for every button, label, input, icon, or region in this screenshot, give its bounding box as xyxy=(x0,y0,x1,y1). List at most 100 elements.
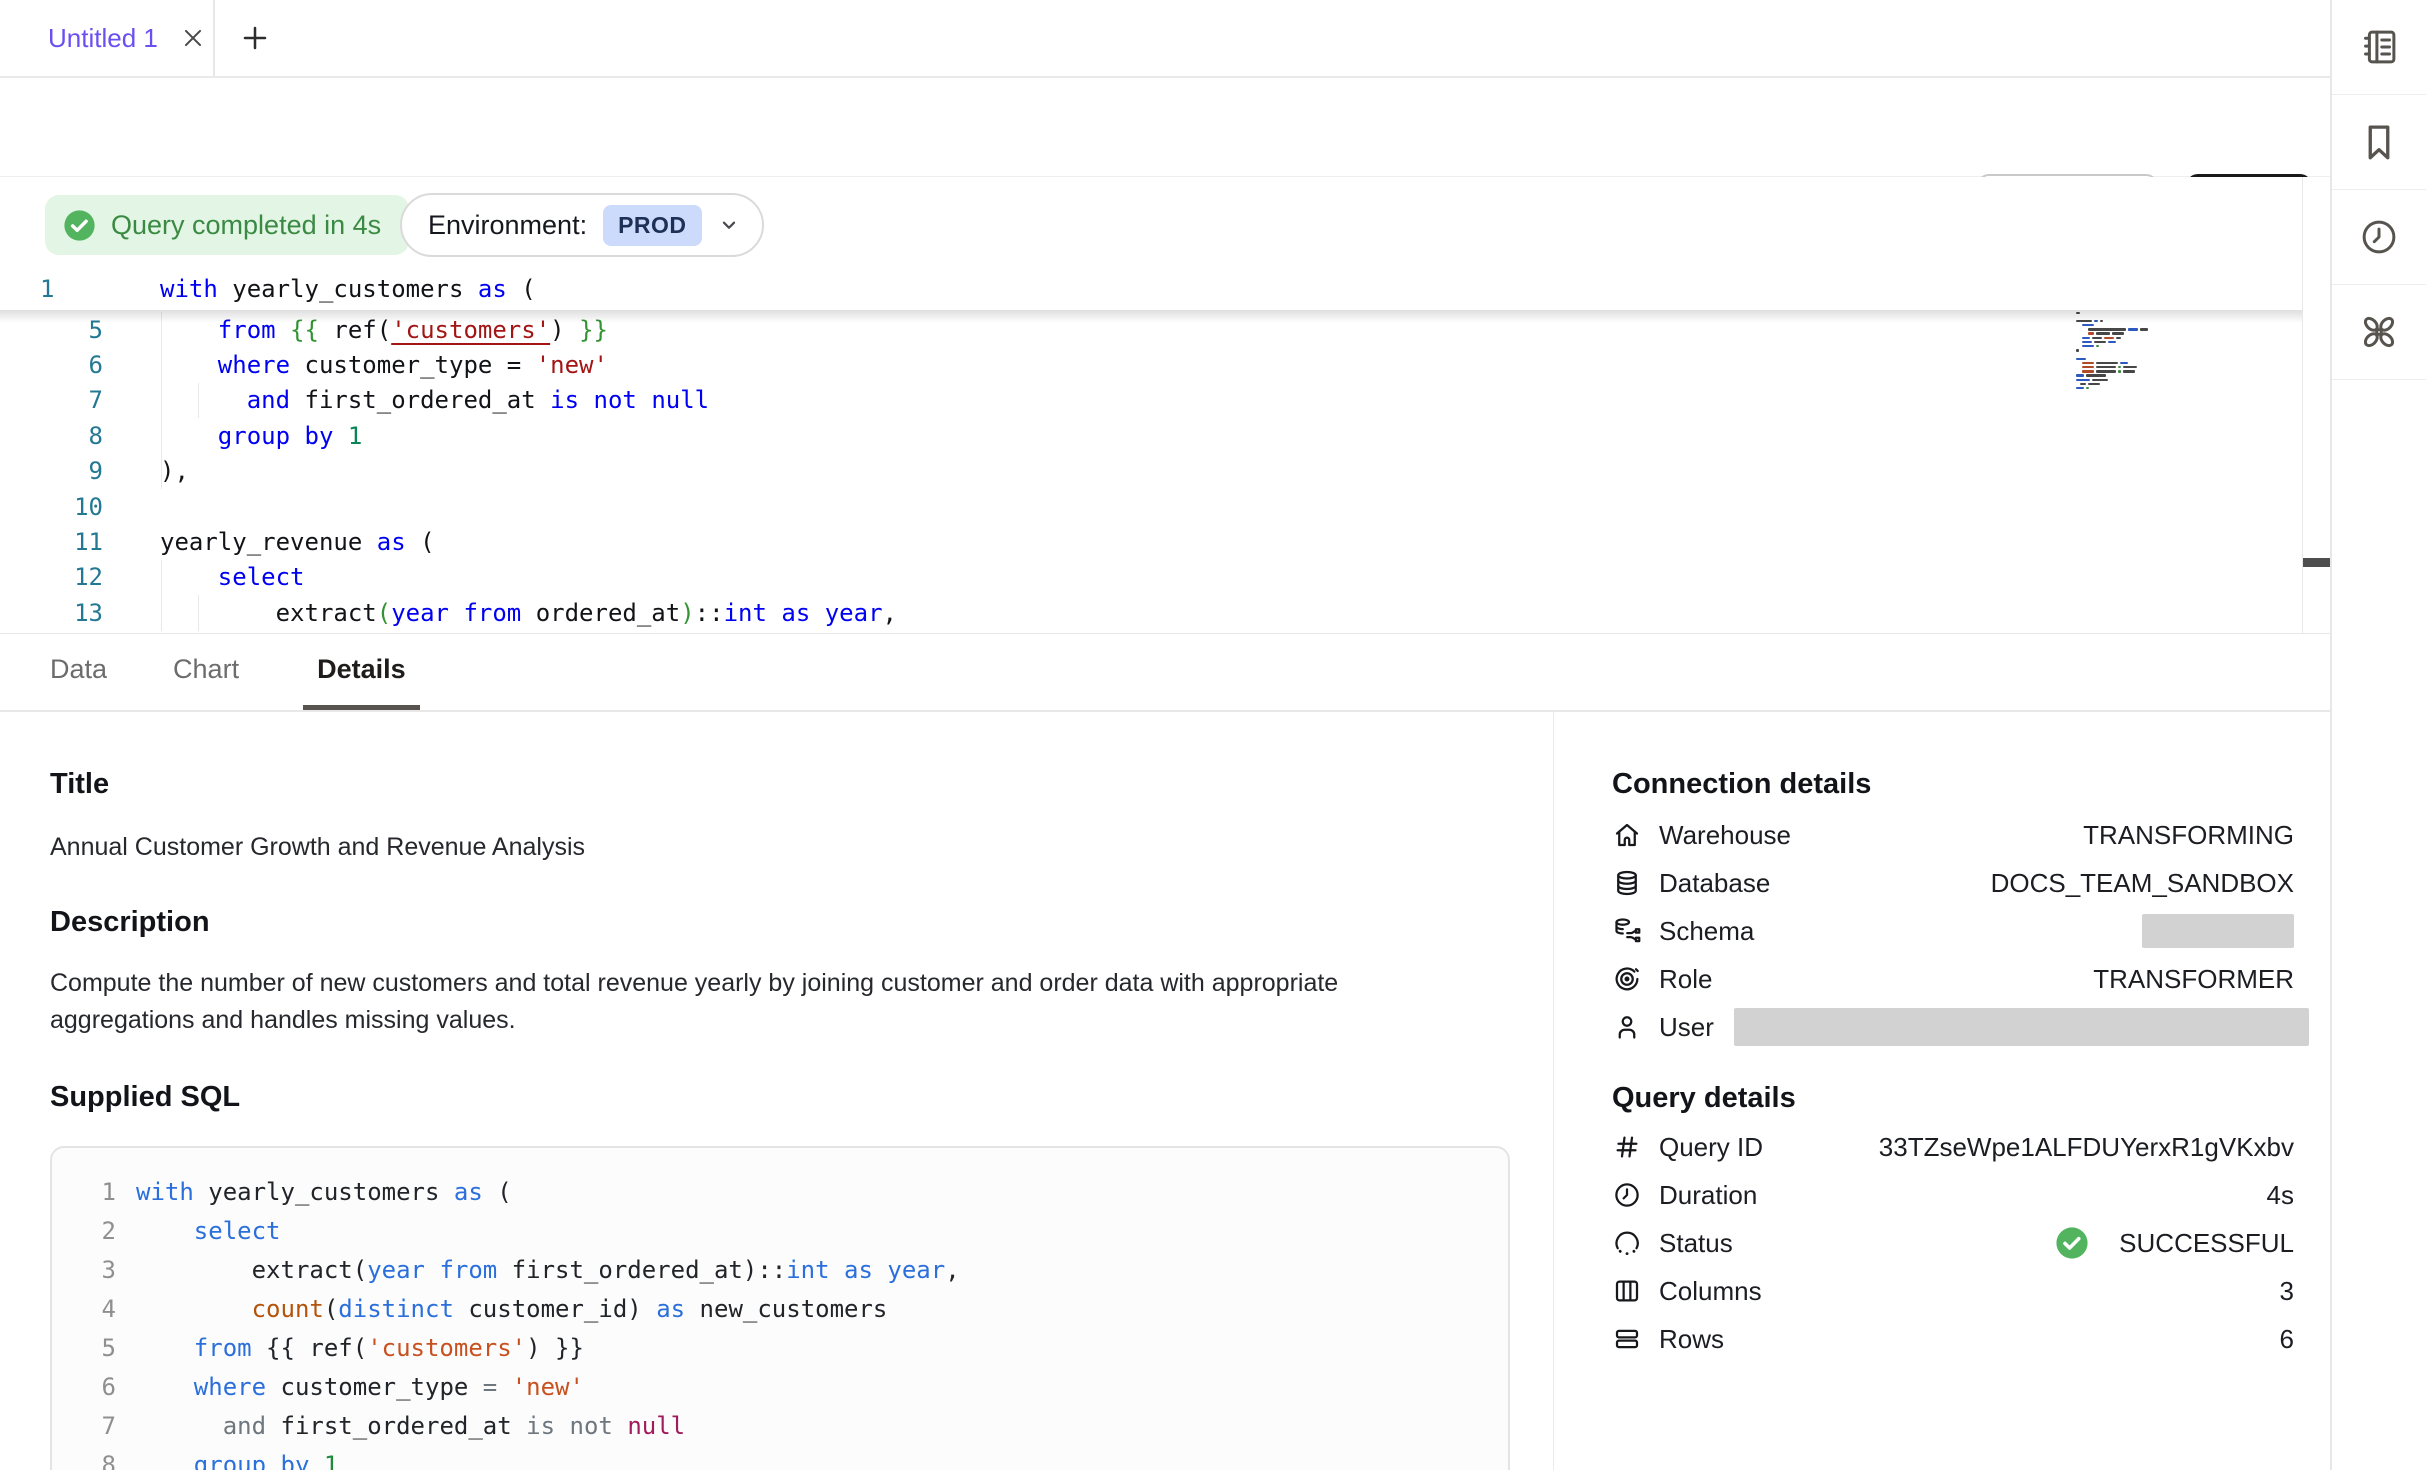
results-tab-bar: Data Chart Details xyxy=(0,633,2330,712)
check-circle-icon xyxy=(2055,1226,2089,1260)
code-line[interactable]: 8 group by 1 xyxy=(0,418,2302,453)
description-value: Compute the number of new customers and … xyxy=(50,965,1465,1039)
schema-icon xyxy=(1612,916,1642,946)
tab-data[interactable]: Data xyxy=(48,634,109,710)
environment-label: Environment: xyxy=(428,210,587,241)
line-number: 12 xyxy=(0,563,103,591)
code-text: and first_ordered_at is not null xyxy=(136,1412,685,1440)
sidebar-bookmark-button[interactable] xyxy=(2332,95,2426,190)
sql-line: 7 and first_ordered_at is not null xyxy=(76,1406,1508,1445)
indent-guide xyxy=(161,312,162,489)
minimap-line xyxy=(2072,387,2212,389)
code-text: where customer_type = 'new' xyxy=(160,351,608,379)
line-number: 1 xyxy=(40,275,54,303)
indent-guide xyxy=(161,560,162,631)
lineage-icon xyxy=(2358,311,2400,353)
minimap-line xyxy=(2072,383,2212,385)
detail-value: 3 xyxy=(2280,1276,2294,1307)
tab-bar: Untitled 1 xyxy=(0,0,2330,78)
detail-value: SUCCESSFUL xyxy=(2055,1226,2294,1260)
right-sidebar xyxy=(2330,0,2426,1470)
description-heading: Description xyxy=(50,906,1553,939)
detail-value: TRANSFORMING xyxy=(2083,820,2294,851)
query-row: Query ID33TZseWpe1ALFDUYerxR1gVKxbv xyxy=(1612,1123,2294,1171)
detail-label: Warehouse xyxy=(1659,820,1791,851)
minimap-line xyxy=(2072,337,2212,339)
tab-chart[interactable]: Chart xyxy=(171,634,241,710)
sql-editor[interactable]: 1 with yearly_customers as ( 5 from {{ r… xyxy=(0,270,2302,633)
details-left-pane: Title Annual Customer Growth and Revenue… xyxy=(0,712,1553,1470)
code-text: yearly_revenue as ( xyxy=(160,528,435,556)
detail-label: Status xyxy=(1659,1228,1733,1259)
code-text: from {{ ref('customers') }} xyxy=(136,1334,584,1362)
scrollbar-thumb[interactable] xyxy=(2303,558,2330,567)
status-text: SUCCESSFUL xyxy=(2119,1228,2294,1259)
connection-row: Schema xyxy=(1612,907,2294,955)
minimap-line xyxy=(2072,374,2212,376)
details-right-panel: Connection details Warehouse TRANSFORMING… xyxy=(1553,712,2330,1470)
minimap-line xyxy=(2072,332,2212,334)
detail-value: TRANSFORMER xyxy=(2093,964,2294,995)
code-text: group by 1 xyxy=(136,1451,338,1470)
supplied-sql-lines: 1with yearly_customers as (2 select3 ext… xyxy=(76,1172,1508,1470)
line-number: 5 xyxy=(76,1334,116,1362)
minimap-line xyxy=(2072,358,2212,360)
code-line[interactable]: 10 xyxy=(0,489,2302,524)
sticky-scroll-line[interactable]: 1 with yearly_customers as ( xyxy=(0,270,2302,310)
connection-row: Role TRANSFORMER xyxy=(1612,955,2294,1003)
duration-icon xyxy=(1612,1180,1642,1210)
code-text: with yearly_customers as ( xyxy=(136,1178,512,1206)
tab-details[interactable]: Details xyxy=(303,634,420,710)
notebook-icon xyxy=(2358,26,2400,68)
sql-line: 2 select xyxy=(76,1211,1508,1250)
line-number: 10 xyxy=(0,493,103,521)
connection-row: User xyxy=(1612,1003,2294,1051)
query-status-text: Query completed in 4s xyxy=(111,210,381,241)
code-text: extract(year from first_ordered_at)::int… xyxy=(136,1256,960,1284)
minimap-line xyxy=(2072,362,2212,364)
sql-line: 8 group by 1 xyxy=(76,1445,1508,1470)
line-number: 7 xyxy=(76,1412,116,1440)
sidebar-lineage-button[interactable] xyxy=(2332,285,2426,380)
sidebar-history-button[interactable] xyxy=(2332,190,2426,285)
code-text: count(distinct customer_id) as new_custo… xyxy=(136,1295,887,1323)
code-line[interactable]: 12 select xyxy=(0,560,2302,595)
user-icon xyxy=(1612,1012,1642,1042)
code-line[interactable]: 9), xyxy=(0,454,2302,489)
connection-row: Database DOCS_TEAM_SANDBOX xyxy=(1612,859,2294,907)
new-tab-button[interactable] xyxy=(215,0,295,76)
check-circle-icon xyxy=(63,209,96,242)
code-text: extract(year from ordered_at)::int as ye… xyxy=(160,599,897,627)
minimap-line xyxy=(2072,328,2212,330)
editor-lines[interactable]: 5 from {{ ref('customers') }}6 where cus… xyxy=(0,312,2302,631)
code-text: where customer_type = 'new' xyxy=(136,1373,584,1401)
code-text: group by 1 xyxy=(160,422,362,450)
detail-label: Role xyxy=(1659,964,1712,995)
close-icon[interactable] xyxy=(180,25,206,51)
code-line[interactable]: 11yearly_revenue as ( xyxy=(0,524,2302,559)
sql-line: 4 count(distinct customer_id) as new_cus… xyxy=(76,1289,1508,1328)
detail-label: Database xyxy=(1659,868,1770,899)
code-line[interactable]: 7 and first_ordered_at is not null xyxy=(0,383,2302,418)
code-line[interactable]: 6 where customer_type = 'new' xyxy=(0,347,2302,382)
indent-guide xyxy=(198,383,199,418)
minimap-line xyxy=(2072,370,2212,372)
title-heading: Title xyxy=(50,768,1553,801)
minimap-line xyxy=(2072,366,2212,368)
query-row: Status SUCCESSFUL xyxy=(1612,1219,2294,1267)
environment-selector[interactable]: Environment: PROD xyxy=(400,193,764,257)
detail-value: DOCS_TEAM_SANDBOX xyxy=(1991,868,2294,899)
query-details-heading: Query details xyxy=(1612,1082,2294,1115)
detail-value: 4s xyxy=(2267,1180,2294,1211)
chevron-down-icon xyxy=(718,214,740,236)
detail-value xyxy=(2142,914,2294,948)
sidebar-notebook-button[interactable] xyxy=(2332,0,2426,95)
code-text: select xyxy=(136,1217,281,1245)
tab-untitled-1[interactable]: Untitled 1 xyxy=(0,0,215,76)
rows-icon xyxy=(1612,1324,1642,1354)
connection-details-heading: Connection details xyxy=(1612,768,2294,801)
line-number: 4 xyxy=(76,1295,116,1323)
detail-label: Query ID xyxy=(1659,1132,1763,1163)
code-line[interactable]: 13 extract(year from ordered_at)::int as… xyxy=(0,595,2302,630)
line-number: 2 xyxy=(76,1217,116,1245)
